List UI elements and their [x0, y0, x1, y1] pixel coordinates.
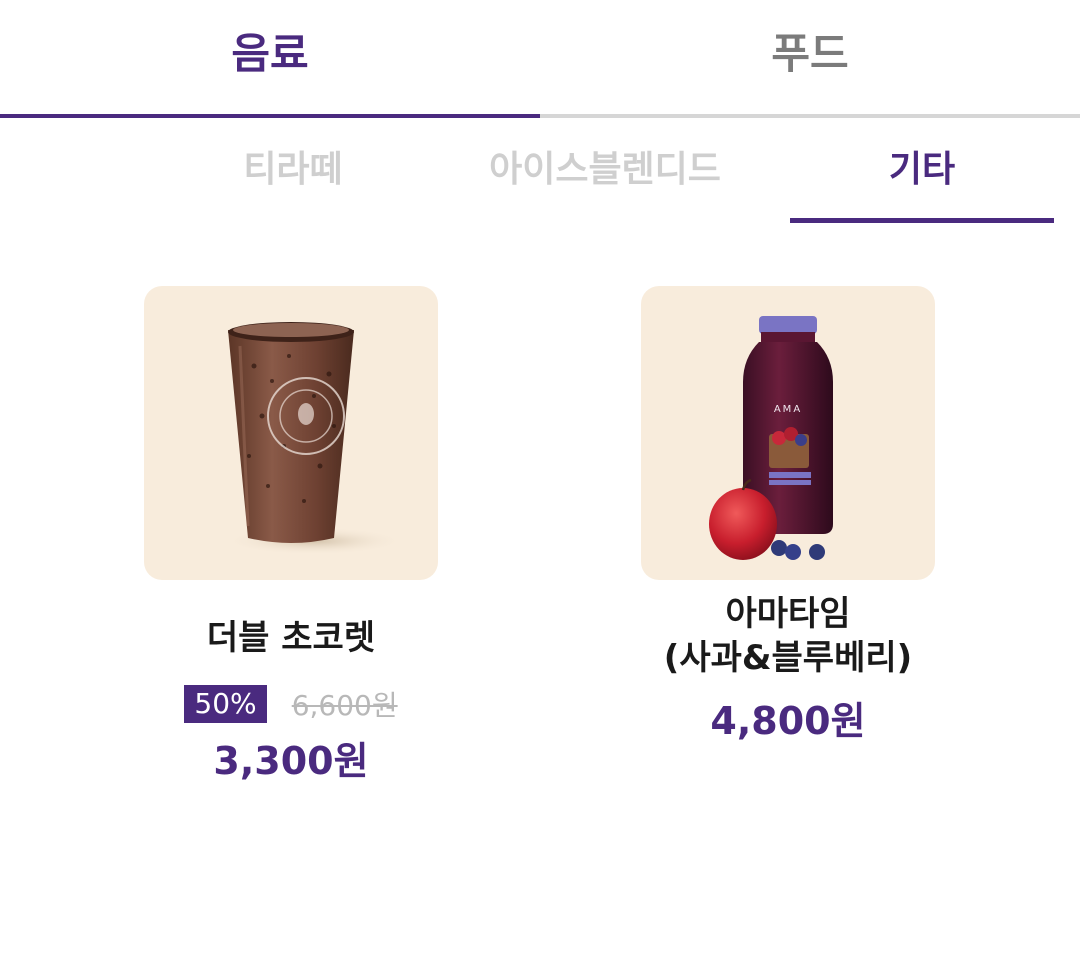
discount-badge: 50% — [184, 685, 267, 723]
tab-food-label: 푸드 — [771, 29, 849, 78]
sub-tab-iceblended[interactable]: 아이스블렌디드 — [470, 118, 740, 228]
sub-tab-bar: 티라떼 아이스블렌디드 기타 — [0, 118, 1080, 228]
juice-bottle-apple-icon: AMA — [709, 316, 833, 560]
sale-price: 3,300원 — [213, 739, 369, 783]
sub-tab-etc[interactable]: 기타 — [790, 118, 1054, 228]
price: 4,800원 — [710, 699, 866, 743]
sub-tab-etc-label: 기타 — [888, 149, 956, 190]
product-name-line2: (사과&블루베리) — [663, 638, 913, 678]
iced-chocolate-cup-icon — [224, 322, 404, 555]
menu-screen: 음료 푸드 티라떼 아이스블렌디드 기타 더블 초코렛 50% 6,600원 3… — [0, 0, 1080, 979]
sub-tab-tiralatte[interactable]: 티라떼 — [193, 118, 393, 228]
sub-tab-etc-active-indicator — [790, 218, 1054, 223]
discount-row: 50% 6,600원 — [81, 684, 501, 724]
primary-tab-bar: 음료 푸드 — [0, 0, 1080, 118]
product-name: 아마타임 (사과&블루베리) — [578, 592, 998, 680]
juice-bottle-apple-image[interactable]: AMA — [641, 286, 935, 580]
tab-food[interactable]: 푸드 — [540, 0, 1080, 118]
product-name: 더블 초코렛 — [206, 618, 376, 658]
tab-drink[interactable]: 음료 — [0, 0, 540, 118]
iced-chocolate-cup-image[interactable] — [144, 286, 438, 580]
svg-text:AMA: AMA — [774, 404, 802, 415]
sub-tab-tiralatte-label: 티라떼 — [243, 149, 343, 190]
sub-tab-iceblended-label: 아이스블렌디드 — [489, 149, 721, 190]
product-name-line1: 아마타임 — [725, 594, 851, 634]
original-price: 6,600원 — [291, 689, 398, 722]
tab-drink-label: 음료 — [231, 29, 309, 78]
